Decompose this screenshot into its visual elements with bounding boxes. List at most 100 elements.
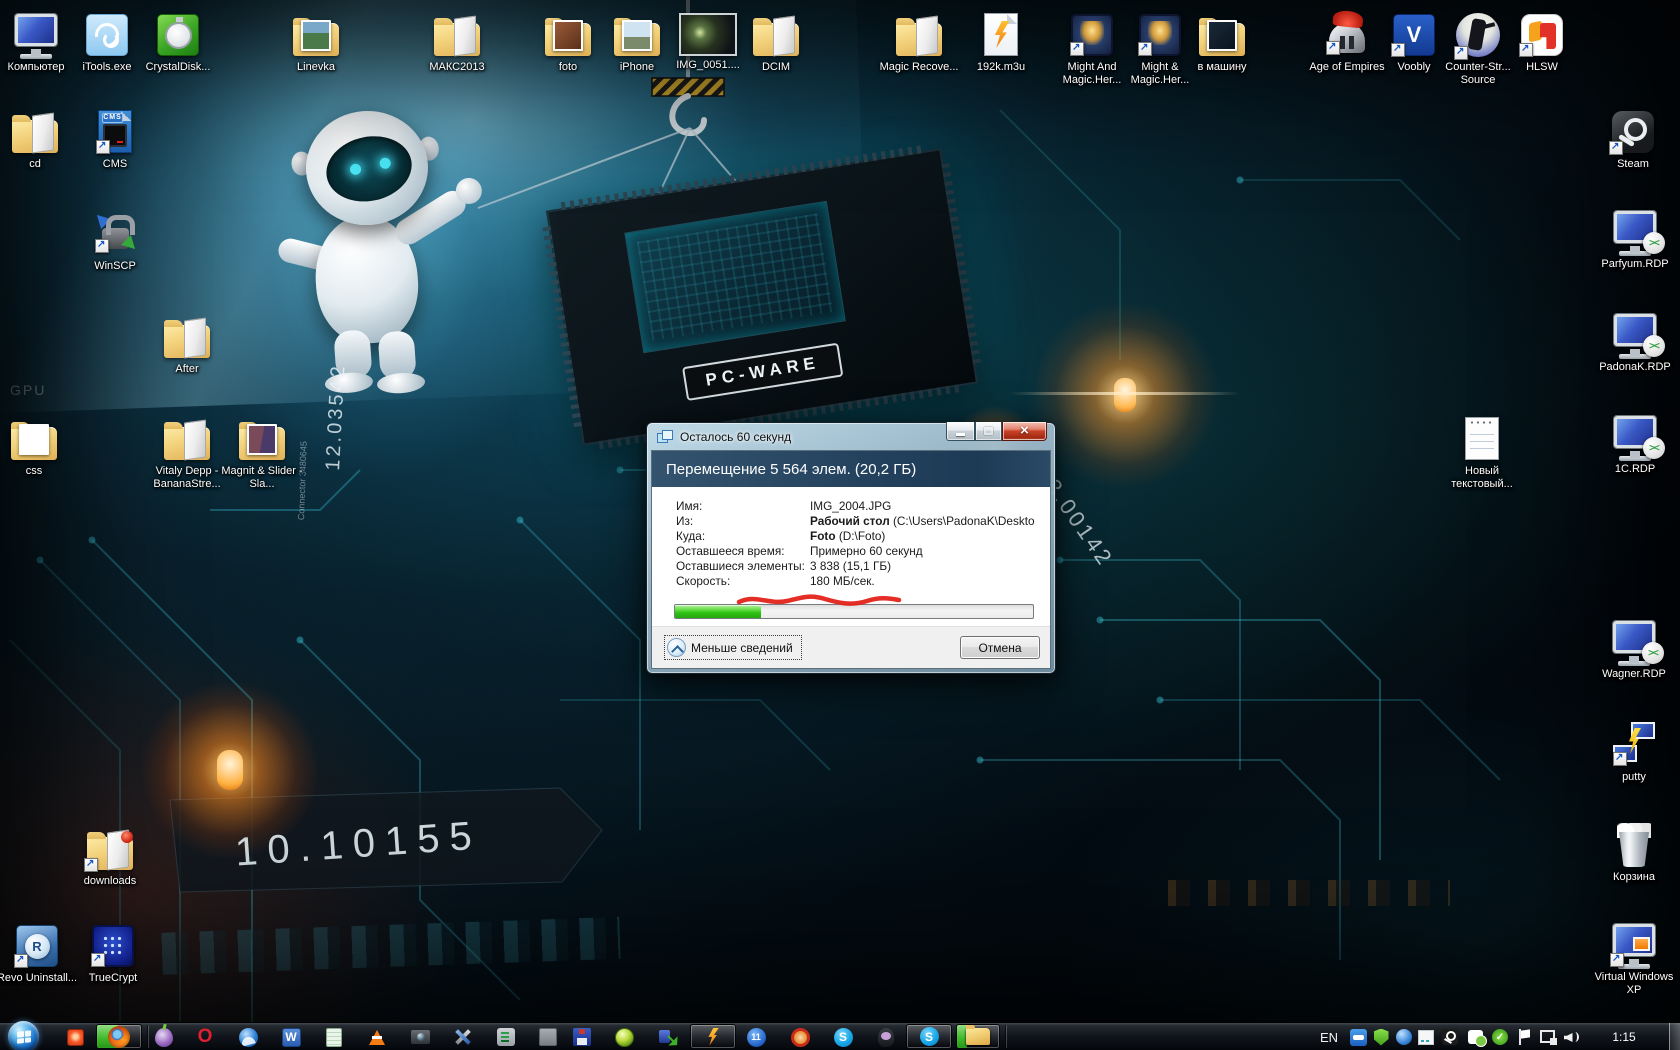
- video-folder-icon: [1180, 6, 1264, 58]
- truecrypt-icon: [71, 917, 155, 969]
- winamp-taskbar-button[interactable]: [690, 1024, 736, 1049]
- hlsw-icon: [1500, 6, 1584, 58]
- desktop-icon-magic-recovery[interactable]: Magic Recove...: [877, 6, 961, 74]
- network-tray-icon[interactable]: [1539, 1028, 1557, 1046]
- taskbar-clock[interactable]: 1:15: [1598, 1023, 1650, 1050]
- copy-dialog-icon: [657, 430, 674, 444]
- desktop-icon-truecrypt[interactable]: TrueCrypt: [71, 917, 155, 985]
- desktop-icon-dcim[interactable]: DCIM: [734, 6, 818, 74]
- steam-icon: [1591, 103, 1675, 155]
- language-indicator[interactable]: EN: [1316, 1023, 1342, 1050]
- volume-tray-icon[interactable]: [1562, 1028, 1580, 1046]
- photo-folder-icon: [274, 6, 358, 58]
- row-value: 3 838 (15,1 ГБ): [810, 559, 891, 574]
- word-icon[interactable]: W: [279, 1025, 303, 1049]
- desktop-icon-steam[interactable]: Steam: [1591, 103, 1675, 171]
- explorer-folder-icon: [966, 1028, 990, 1045]
- minimize-button[interactable]: [946, 422, 975, 441]
- rdp-monitor-icon: [1593, 408, 1677, 460]
- steam-tray-icon[interactable]: [1441, 1028, 1459, 1046]
- desktop[interactable]: PC-WARE 10.10155 12.03542 13.00142 GPU C…: [0, 0, 1680, 1022]
- lens-flare: [1010, 392, 1240, 395]
- less-details-button[interactable]: Меньше сведений: [664, 635, 802, 660]
- row-label: Скорость:: [676, 574, 810, 589]
- tools-icon[interactable]: [451, 1025, 475, 1049]
- skype-icon[interactable]: S: [831, 1025, 855, 1049]
- penguin-app-icon[interactable]: [874, 1025, 898, 1049]
- cancel-button[interactable]: Отмена: [960, 636, 1040, 659]
- red-underline-annotation: [735, 591, 903, 611]
- explorer-taskbar-button[interactable]: [956, 1024, 1000, 1049]
- wallpaper-gpu-text: GPU: [10, 382, 46, 398]
- crystaldisk-icon: [136, 6, 220, 58]
- shield-check-tray-icon[interactable]: [1491, 1028, 1509, 1046]
- desktop-icon-recycle-bin[interactable]: Корзина: [1592, 816, 1676, 884]
- row-label: Имя:: [676, 499, 810, 514]
- total-commander-icon[interactable]: [570, 1025, 594, 1049]
- desktop-icon-1c-rdp[interactable]: 1C.RDP: [1593, 408, 1677, 476]
- grey-app-icon-2[interactable]: [536, 1025, 560, 1049]
- desktop-icon-crystaldisk[interactable]: CrystalDisk...: [136, 6, 220, 74]
- desktop-icon-cd[interactable]: cd: [0, 103, 77, 171]
- blue-badge-app-icon[interactable]: 11: [744, 1025, 768, 1049]
- desktop-icon-maks2013[interactable]: МАКС2013: [415, 6, 499, 74]
- row-value: IMG_2004.JPG: [810, 499, 891, 514]
- desktop-icon-after[interactable]: After: [145, 308, 229, 376]
- desktop-icon-v-mashinu[interactable]: в машину: [1180, 6, 1264, 74]
- text-document-icon: [1440, 410, 1524, 462]
- red-ring-app-icon[interactable]: [788, 1025, 812, 1049]
- taskbar-recorder-icon[interactable]: [63, 1025, 87, 1049]
- show-desktop-button[interactable]: [1669, 1023, 1680, 1050]
- desktop-icon-cms[interactable]: CMS CMS: [73, 103, 157, 171]
- tor-browser-icon[interactable]: [152, 1025, 176, 1049]
- dialog-footer: Меньше сведений Отмена: [652, 626, 1050, 668]
- desktop-icon-wagner-rdp[interactable]: Wagner.RDP: [1592, 613, 1676, 681]
- capacitor-row: [1150, 880, 1450, 906]
- skype-taskbar-button[interactable]: S: [906, 1024, 952, 1049]
- desktop-icon-linevka[interactable]: Linevka: [274, 6, 358, 74]
- desktop-icon-virtual-xp[interactable]: Virtual Windows XP: [1592, 916, 1676, 997]
- close-button[interactable]: [1002, 422, 1047, 441]
- teamviewer-tray-icon[interactable]: [1349, 1028, 1367, 1046]
- dialog-header: Перемещение 5 564 элем. (20,2 ГБ): [652, 451, 1050, 487]
- desktop-icon-hlsw[interactable]: HLSW: [1500, 6, 1584, 74]
- desktop-icon-playlist[interactable]: 192k.m3u: [959, 6, 1043, 74]
- desktop-icon-new-text-file[interactable]: Новый текстовый...: [1440, 410, 1524, 491]
- folder-icon: [415, 6, 499, 58]
- row-label: Куда:: [676, 529, 810, 544]
- antivirus-shield-icon[interactable]: [1372, 1028, 1390, 1046]
- folder-icon: [877, 6, 961, 58]
- windows-logo-icon: [17, 1030, 31, 1043]
- thunderbird-icon[interactable]: [236, 1025, 260, 1049]
- camera-app-icon[interactable]: [408, 1025, 432, 1049]
- download-manager-icon[interactable]: [656, 1025, 680, 1049]
- desktop-icon-css[interactable]: css: [0, 410, 76, 478]
- folder-icon: [145, 308, 229, 360]
- desktop-icon-putty[interactable]: putty: [1592, 716, 1676, 784]
- desktop-icon-magnit-slider[interactable]: Magnit & Slider - Sla...: [220, 410, 304, 491]
- desktop-icon-downloads[interactable]: downloads: [68, 820, 152, 888]
- rdp-monitor-icon: [1593, 203, 1677, 255]
- firefox-icon: [108, 1026, 130, 1048]
- desktop-icon-winscp[interactable]: WinSCP: [73, 205, 157, 273]
- desktop-icon-revo[interactable]: R Revo Uninstall...: [0, 917, 79, 985]
- desktop-icon-parfyum-rdp[interactable]: Parfyum.RDP: [1593, 203, 1677, 271]
- firefox-taskbar-button[interactable]: [96, 1024, 142, 1049]
- notepad-icon[interactable]: [322, 1025, 346, 1049]
- chevron-up-icon: [667, 638, 686, 657]
- blue-orb-tray-icon[interactable]: [1395, 1028, 1413, 1046]
- recycle-bin-icon: [1592, 816, 1676, 868]
- desktop-icon-padonak-rdp[interactable]: PadonaK.RDP: [1593, 306, 1677, 374]
- opera-icon[interactable]: O: [193, 1025, 217, 1049]
- action-center-flag-icon[interactable]: [1515, 1028, 1533, 1046]
- whiteboard-tray-icon[interactable]: [1417, 1028, 1435, 1046]
- messenger-tray-icon[interactable]: [1466, 1028, 1484, 1046]
- dialog-body: Перемещение 5 564 элем. (20,2 ГБ) Имя:IM…: [651, 450, 1051, 669]
- maximize-button[interactable]: [975, 422, 1002, 441]
- desktop-icon-vitaly-depp[interactable]: Vitaly Depp - BananaStre...: [145, 410, 229, 491]
- row-value: Рабочий стол (C:\Users\PadonaK\Deskto: [810, 514, 1035, 529]
- mirc-icon[interactable]: [612, 1025, 636, 1049]
- start-button[interactable]: [8, 1021, 39, 1050]
- grey-app-icon[interactable]: [494, 1025, 518, 1049]
- vlc-icon[interactable]: [365, 1025, 389, 1049]
